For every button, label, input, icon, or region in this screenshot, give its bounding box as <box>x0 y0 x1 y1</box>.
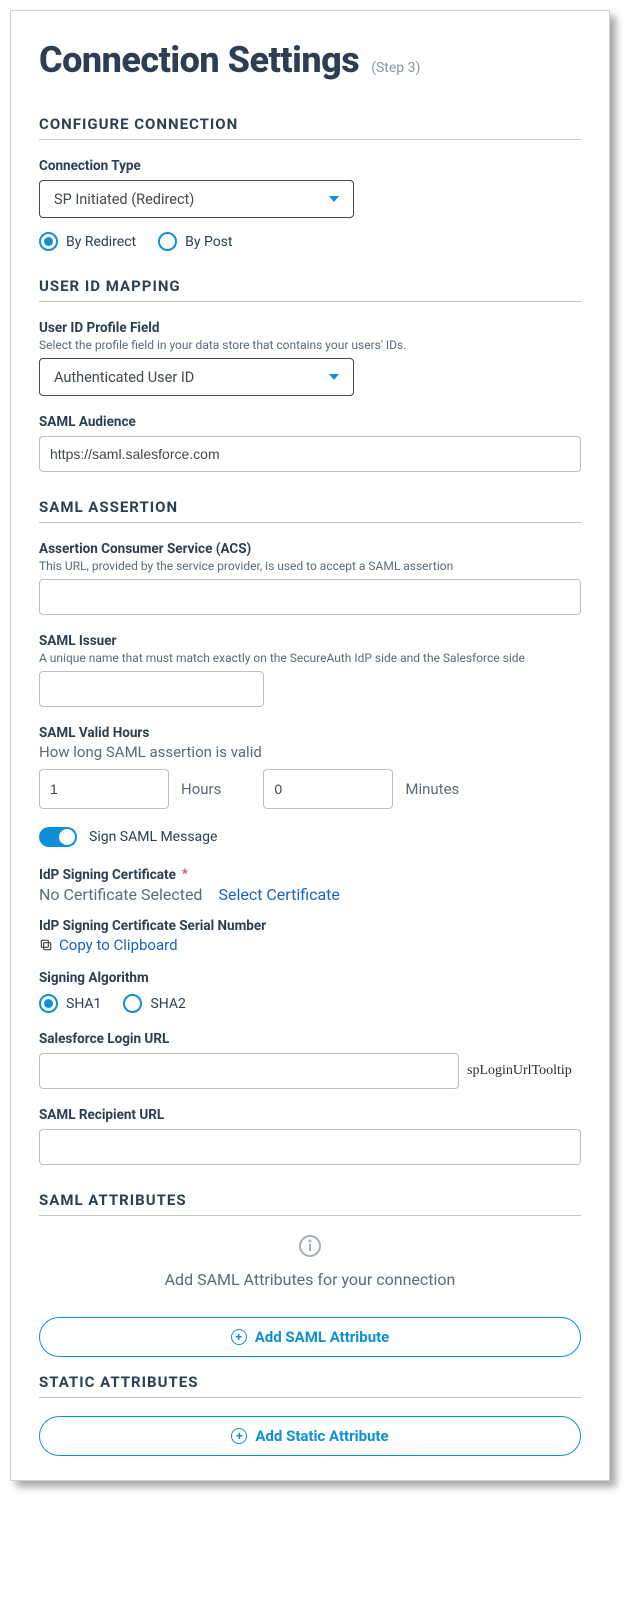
serial-label: IdP Signing Certificate Serial Number <box>39 918 581 934</box>
attributes-info-text: Add SAML Attributes for your connection <box>39 1270 581 1289</box>
section-configure-header: CONFIGURE CONNECTION <box>39 115 581 140</box>
idp-cert-block: IdP Signing Certificate* No Certificate … <box>39 867 581 904</box>
serial-block: IdP Signing Certificate Serial Number Co… <box>39 918 581 954</box>
cert-row: No Certificate Selected Select Certifica… <box>39 885 581 904</box>
minutes-input[interactable] <box>263 769 393 809</box>
section-mapping-header: USER ID MAPPING <box>39 277 581 302</box>
recipient-input[interactable] <box>39 1129 581 1165</box>
title-row: Connection Settings (Step 3) <box>39 39 581 81</box>
radio-by-redirect[interactable]: By Redirect <box>39 232 136 251</box>
add-saml-attribute-button[interactable]: + Add SAML Attribute <box>39 1317 581 1357</box>
section-static-attrs-header: STATIC ATTRIBUTES <box>39 1373 581 1398</box>
profile-field-label: User ID Profile Field <box>39 320 581 336</box>
radio-sha2[interactable]: SHA2 <box>123 994 185 1013</box>
section-attributes-header: SAML ATTRIBUTES <box>39 1191 581 1216</box>
valid-hours-sublabel: How long SAML assertion is valid <box>39 743 581 761</box>
radio-sha1-label: SHA1 <box>66 996 101 1012</box>
valid-hours-block: SAML Valid Hours How long SAML assertion… <box>39 725 581 809</box>
issuer-input[interactable] <box>39 671 264 707</box>
plus-circle-icon: + <box>231 1329 247 1345</box>
connection-type-select[interactable]: SP Initiated (Redirect) <box>39 180 354 218</box>
radio-unselected-icon <box>158 232 177 251</box>
sign-message-row: Sign SAML Message <box>39 827 581 847</box>
algo-radios: SHA1 SHA2 <box>39 994 581 1013</box>
connection-type-label: Connection Type <box>39 158 581 174</box>
sign-message-label: Sign SAML Message <box>89 829 217 845</box>
login-url-row: spLoginUrlTooltip <box>39 1053 581 1089</box>
radio-by-redirect-label: By Redirect <box>66 234 136 250</box>
saml-audience-input[interactable] <box>39 436 581 472</box>
copy-to-clipboard-link[interactable]: Copy to Clipboard <box>59 936 178 954</box>
hours-row: Hours Minutes <box>39 769 581 809</box>
chevron-down-icon <box>329 374 339 380</box>
minutes-unit-label: Minutes <box>405 780 459 798</box>
info-icon <box>298 1234 322 1258</box>
issuer-block: SAML Issuer A unique name that must matc… <box>39 633 581 707</box>
recipient-block: SAML Recipient URL <box>39 1107 581 1165</box>
plus-circle-icon: + <box>231 1428 247 1444</box>
login-url-tooltip-text: spLoginUrlTooltip <box>467 1063 572 1079</box>
login-url-block: Salesforce Login URL spLoginUrlTooltip <box>39 1031 581 1089</box>
add-static-attribute-button[interactable]: + Add Static Attribute <box>39 1416 581 1456</box>
connection-mode-radios: By Redirect By Post <box>39 232 581 251</box>
saml-audience-block: SAML Audience <box>39 414 581 472</box>
radio-unselected-icon <box>123 994 142 1013</box>
copy-row: Copy to Clipboard <box>39 936 581 954</box>
acs-input[interactable] <box>39 579 581 615</box>
issuer-label: SAML Issuer <box>39 633 581 649</box>
profile-field-select[interactable]: Authenticated User ID <box>39 358 354 396</box>
saml-audience-label: SAML Audience <box>39 414 581 430</box>
chevron-down-icon <box>329 196 339 202</box>
login-url-input[interactable] <box>39 1053 459 1089</box>
login-url-label: Salesforce Login URL <box>39 1031 581 1047</box>
radio-sha1[interactable]: SHA1 <box>39 994 101 1013</box>
profile-field-value: Authenticated User ID <box>54 369 194 386</box>
connection-type-value: SP Initiated (Redirect) <box>54 191 194 208</box>
acs-block: Assertion Consumer Service (ACS) This UR… <box>39 541 581 615</box>
copy-icon <box>39 938 53 952</box>
step-indicator: (Step 3) <box>371 60 420 76</box>
profile-field-sublabel: Select the profile field in your data st… <box>39 338 581 352</box>
add-static-attribute-label: Add Static Attribute <box>255 1427 388 1445</box>
radio-by-post[interactable]: By Post <box>158 232 232 251</box>
valid-hours-label: SAML Valid Hours <box>39 725 581 741</box>
hours-input[interactable] <box>39 769 169 809</box>
page-title: Connection Settings <box>39 39 359 81</box>
add-saml-attribute-label: Add SAML Attribute <box>255 1328 390 1346</box>
toggle-knob-icon <box>59 829 75 845</box>
connection-settings-panel: Connection Settings (Step 3) CONFIGURE C… <box>10 10 610 1481</box>
acs-label: Assertion Consumer Service (ACS) <box>39 541 581 557</box>
connection-type-field: Connection Type SP Initiated (Redirect) … <box>39 158 581 251</box>
idp-cert-label: IdP Signing Certificate* <box>39 867 581 883</box>
radio-selected-icon <box>39 994 58 1013</box>
hours-unit-label: Hours <box>181 780 221 798</box>
idp-cert-value: No Certificate Selected <box>39 885 202 904</box>
algo-label: Signing Algorithm <box>39 970 581 986</box>
radio-selected-icon <box>39 232 58 251</box>
attributes-info-block: Add SAML Attributes for your connection <box>39 1234 581 1289</box>
acs-sublabel: This URL, provided by the service provid… <box>39 559 581 573</box>
section-assertion-header: SAML ASSERTION <box>39 498 581 523</box>
select-certificate-link[interactable]: Select Certificate <box>218 885 339 904</box>
algo-block: Signing Algorithm SHA1 SHA2 <box>39 970 581 1013</box>
issuer-sublabel: A unique name that must match exactly on… <box>39 651 581 665</box>
sign-message-toggle[interactable] <box>39 827 77 847</box>
radio-sha2-label: SHA2 <box>150 996 185 1012</box>
profile-field-block: User ID Profile Field Select the profile… <box>39 320 581 396</box>
recipient-label: SAML Recipient URL <box>39 1107 581 1123</box>
radio-by-post-label: By Post <box>185 234 232 250</box>
required-star-icon: * <box>182 867 188 882</box>
